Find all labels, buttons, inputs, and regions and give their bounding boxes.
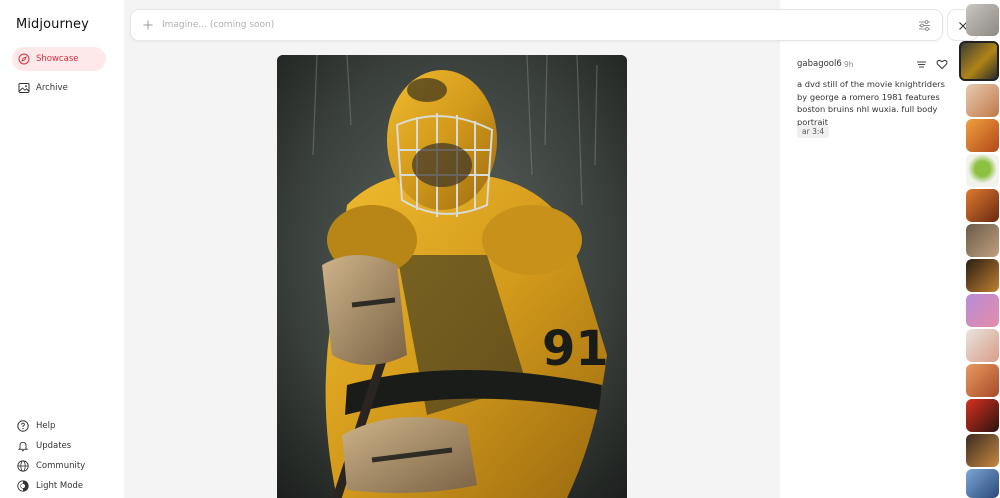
app-logo[interactable]: Midjourney <box>16 17 89 32</box>
compass-icon <box>18 53 30 65</box>
bell-icon <box>17 440 29 452</box>
thumbnail[interactable] <box>966 294 999 327</box>
thumbnail-selected[interactable] <box>959 41 999 81</box>
post-time: 9h <box>844 60 854 69</box>
thumbnail[interactable] <box>966 364 999 397</box>
thumbnail[interactable] <box>966 4 999 36</box>
detail-panel <box>780 0 960 498</box>
imagine-input[interactable] <box>162 20 902 30</box>
thumbnail[interactable] <box>966 259 999 292</box>
list-icon[interactable] <box>915 58 927 70</box>
hero-image[interactable]: 91 <box>277 55 627 498</box>
thumbnail[interactable] <box>966 399 999 432</box>
sidebar-item-updates[interactable]: Updates <box>17 439 71 453</box>
sidebar-item-label: Showcase <box>36 54 79 64</box>
thumbnail[interactable] <box>966 189 999 222</box>
sidebar-footer-label: Updates <box>36 441 72 451</box>
thumbnail[interactable] <box>966 329 999 362</box>
thumbnail[interactable] <box>966 119 999 152</box>
plus-icon[interactable] <box>142 19 154 31</box>
sidebar-item-light-mode[interactable]: Light Mode <box>17 479 83 493</box>
heart-icon[interactable] <box>936 58 948 70</box>
sidebar-footer-label: Community <box>36 461 86 471</box>
thumbnail[interactable] <box>966 224 999 257</box>
sidebar-item-archive[interactable]: Archive <box>12 76 106 100</box>
sidebar-item-help[interactable]: Help <box>17 419 55 433</box>
imagine-bar <box>130 9 943 41</box>
help-circle-icon <box>17 420 29 432</box>
prompt-text: a dvd still of the movie knightriders by… <box>797 79 945 127</box>
sidebar-footer-label: Help <box>36 421 56 431</box>
sun-moon-icon <box>17 480 29 492</box>
aspect-ratio-badge: ar 3:4 <box>797 125 830 138</box>
sidebar-footer-label: Light Mode <box>36 481 84 491</box>
thumbnail[interactable] <box>966 84 999 117</box>
thumbnail[interactable] <box>966 434 999 467</box>
sidebar: Midjourney Showcase Archive Help Updates… <box>0 0 124 498</box>
image-icon <box>18 82 30 94</box>
sidebar-item-community[interactable]: Community <box>17 459 85 473</box>
sidebar-item-label: Archive <box>36 83 68 93</box>
sidebar-item-showcase[interactable]: Showcase <box>12 47 106 71</box>
thumbnail[interactable] <box>966 469 999 498</box>
thumbnail[interactable] <box>966 154 999 187</box>
jersey-number: 91 <box>542 321 609 377</box>
globe-icon <box>17 460 29 472</box>
settings-sliders-icon[interactable] <box>918 19 931 32</box>
author-name[interactable]: gabagool6 <box>797 59 842 69</box>
